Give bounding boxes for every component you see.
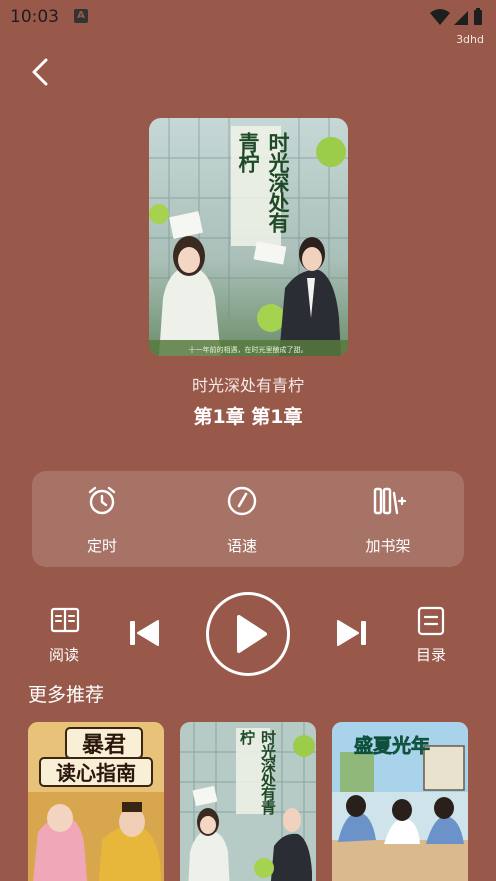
toc-button[interactable]: 目录 — [401, 606, 461, 666]
speed-label: 语速 — [226, 537, 257, 555]
cover-title-art: 时光深处有青柠 — [236, 132, 291, 232]
book-title: 时光深处有青柠 — [191, 376, 304, 395]
timer-label: 定时 — [86, 537, 117, 555]
skip-previous-icon — [130, 620, 159, 646]
read-label: 阅读 — [48, 646, 79, 664]
open-book-icon — [50, 607, 80, 633]
recommend-cover-1: 暴君 读心指南 — [28, 722, 164, 881]
status-bar: 10:03 A 3dhd — [0, 0, 496, 46]
read-button[interactable]: 阅读 — [34, 606, 94, 666]
alarm-clock-icon — [88, 486, 116, 515]
recommend-1-title-a: 暴君 — [81, 732, 126, 758]
options-panel: 定时 语速 加书架 — [32, 471, 464, 567]
skip-next-icon — [337, 620, 366, 646]
cover-caption: 十一年前的相遇，在时光里酿成了甜。 — [189, 345, 308, 354]
play-icon — [237, 615, 267, 653]
table-of-contents-icon — [417, 606, 445, 636]
book-cover: 十一年前的相遇，在时光里酿成了甜。 时光深处有青柠 — [149, 118, 348, 356]
bookshelf-add-icon — [373, 487, 406, 515]
recommend-card-1[interactable]: 暴君 读心指南 — [28, 722, 164, 881]
status-icons — [430, 8, 486, 30]
wifi-signal-battery-icon — [430, 8, 482, 25]
next-button[interactable] — [336, 617, 368, 649]
chapter-title: 第1章 第1章 — [193, 406, 303, 428]
recommend-card-3[interactable]: 盛夏光年 — [332, 722, 468, 881]
speed-button[interactable]: 语速 — [194, 485, 290, 557]
recommend-3-title: 盛夏光年 — [354, 734, 430, 757]
recommend-2-title: 时光深处有青柠 — [238, 730, 277, 814]
speedometer-icon — [227, 486, 257, 516]
recommend-title: 更多推荐 — [28, 684, 105, 706]
previous-button[interactable] — [128, 617, 160, 649]
status-label: 3dhd — [456, 33, 484, 46]
app-notification-icon: A — [74, 9, 88, 23]
add-bookshelf-label: 加书架 — [365, 537, 411, 555]
back-button[interactable] — [24, 56, 56, 88]
recommend-card-2[interactable]: 时光深处有青柠 — [180, 722, 316, 881]
toc-label: 目录 — [415, 646, 446, 664]
chevron-left-icon — [32, 58, 48, 86]
add-bookshelf-button[interactable]: 加书架 — [340, 485, 436, 557]
recommend-1-title-b: 读心指南 — [56, 761, 136, 785]
status-time: 10:03 — [10, 7, 59, 27]
play-button[interactable] — [206, 592, 290, 676]
recommend-cover-3: 盛夏光年 — [332, 722, 468, 881]
timer-button[interactable]: 定时 — [54, 485, 150, 557]
